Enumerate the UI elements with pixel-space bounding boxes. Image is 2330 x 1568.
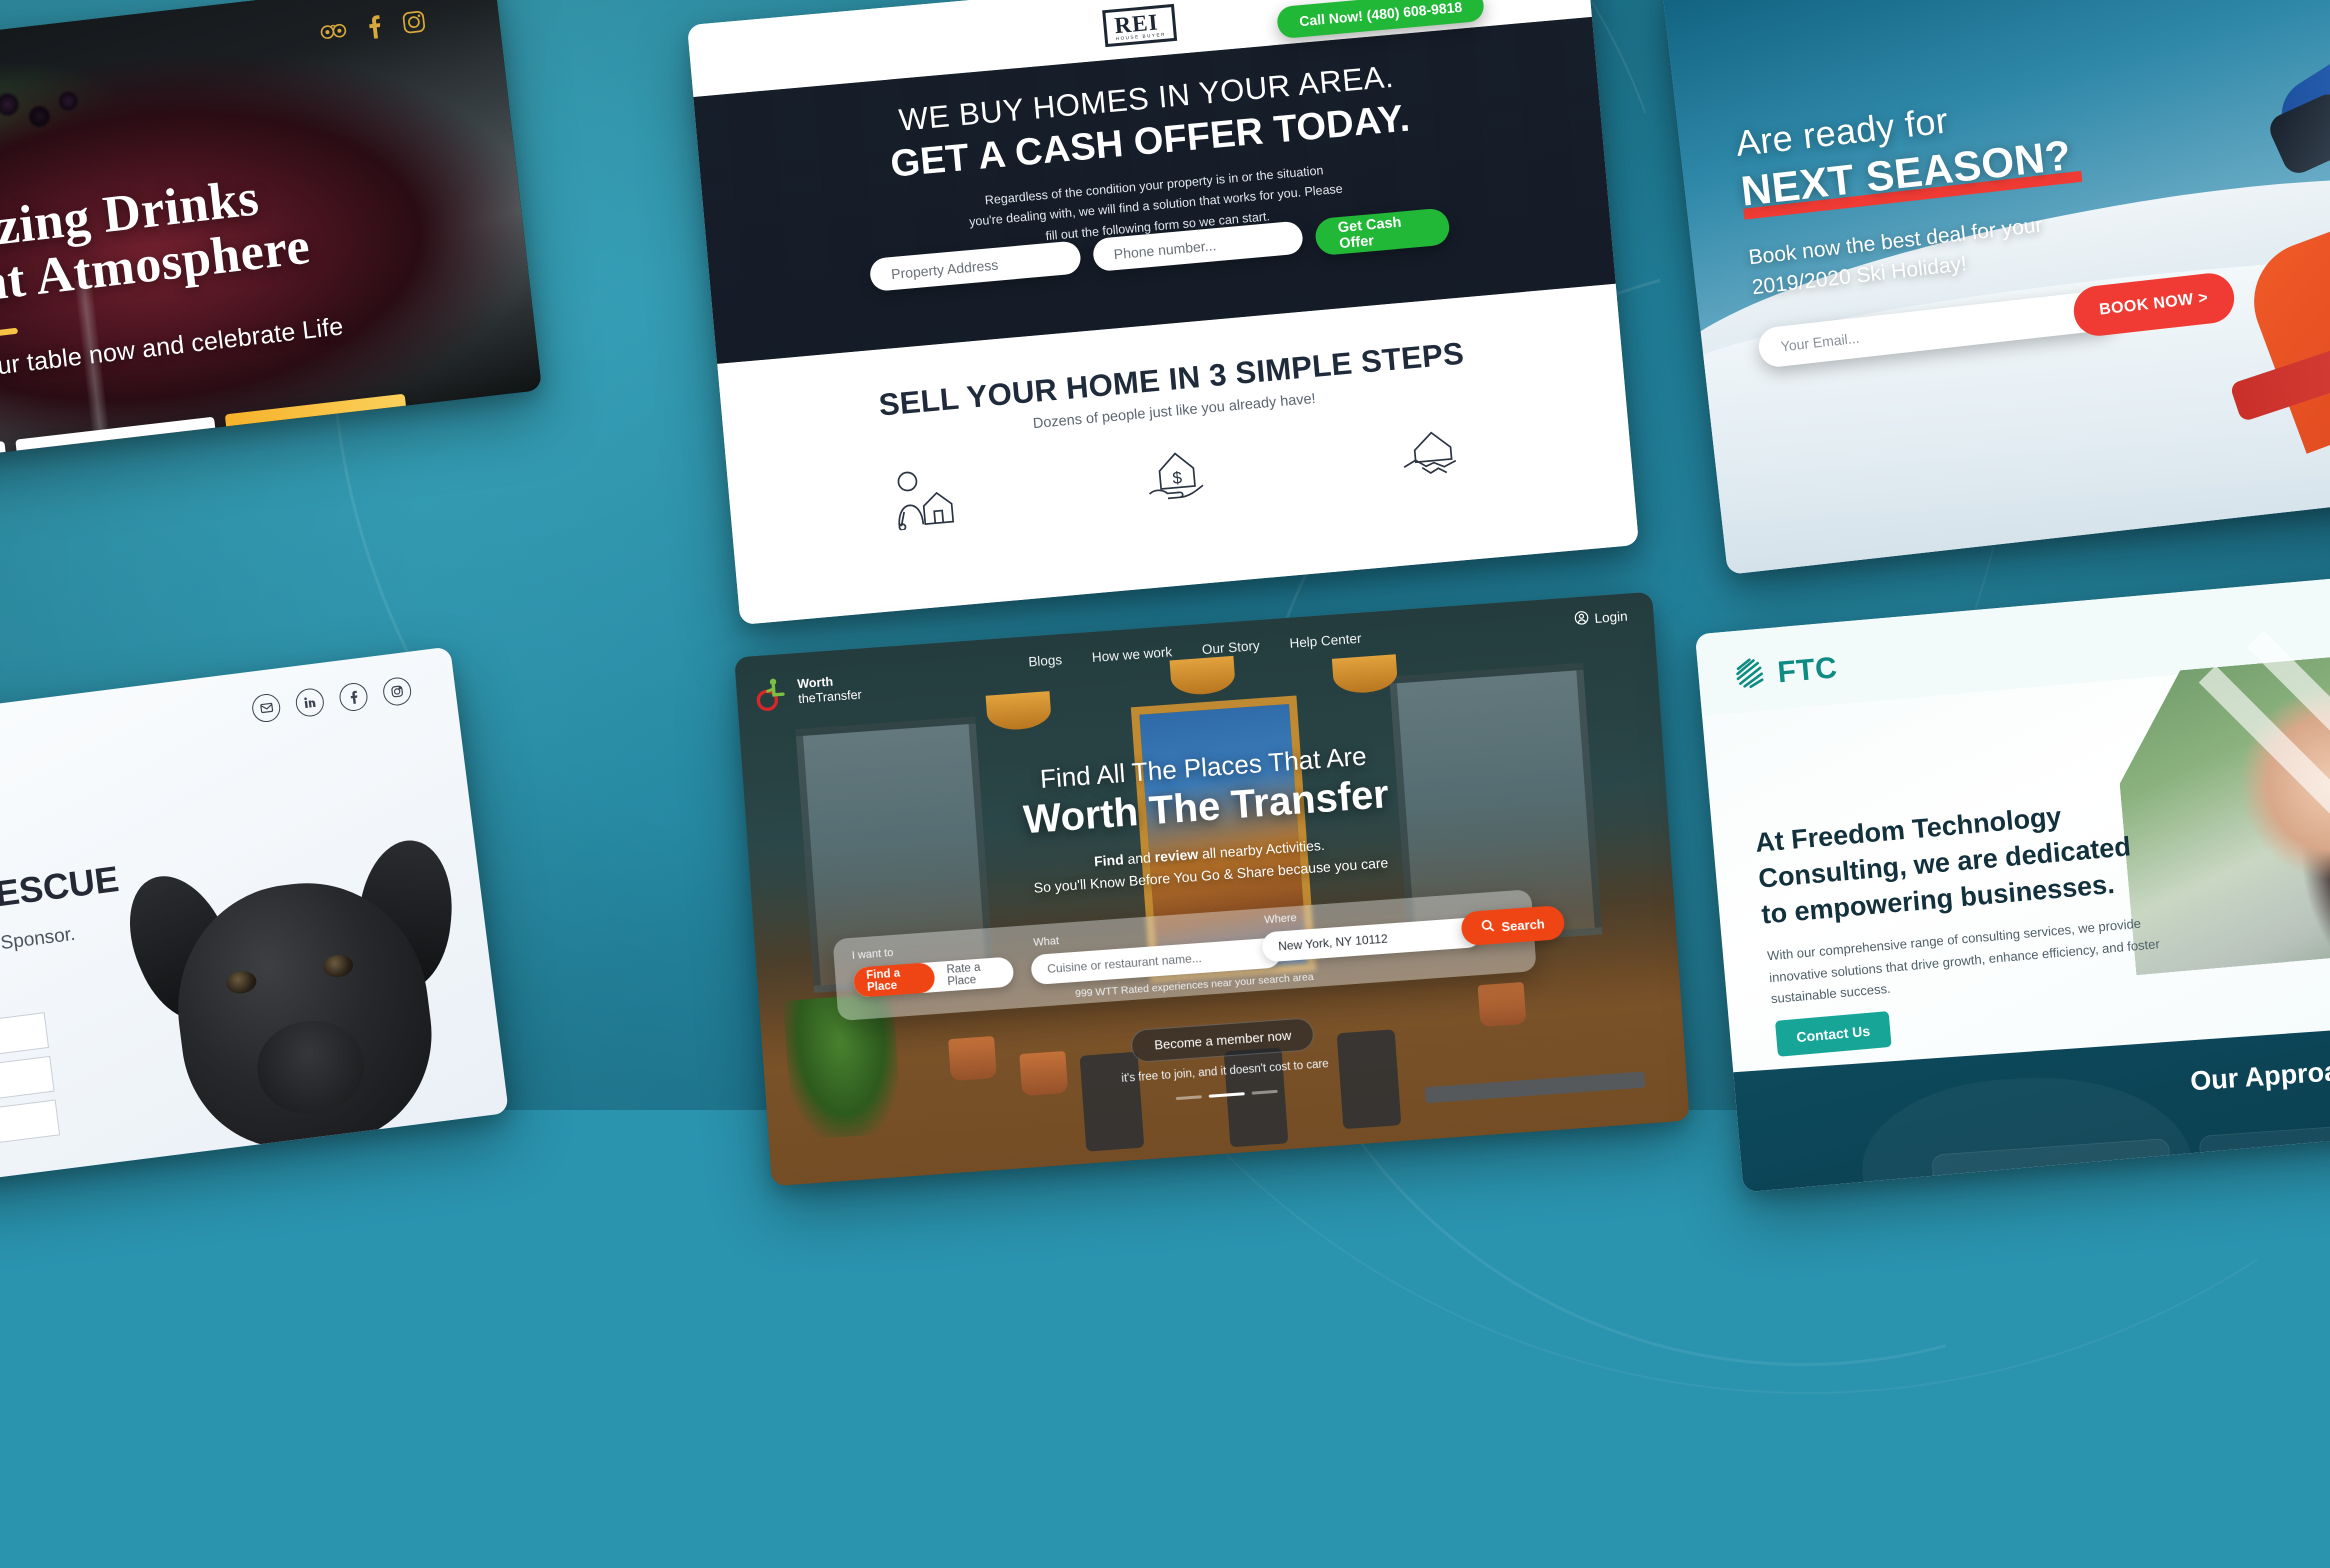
- rei-house-buyer-card[interactable]: REI HOUSE BUYER WE BUY HOMES IN YOUR ARE…: [687, 0, 1639, 625]
- find-a-place-toggle[interactable]: Find a Place: [852, 962, 936, 998]
- wtt-login-label: Login: [1594, 608, 1629, 626]
- rei-logo[interactable]: REI HOUSE BUYER: [1102, 3, 1178, 47]
- approach-decorative-blob: [1856, 1066, 2200, 1193]
- rescue-tagline: Home. Donate. Sponsor.: [0, 923, 77, 971]
- approach-card-2[interactable]: Tailored Solutions We recognize that eac…: [2198, 1119, 2330, 1193]
- ftc-logo-icon: [1731, 654, 1768, 696]
- wtt-sub-rest: all nearby Activities.: [1197, 836, 1326, 862]
- instagram-icon[interactable]: [402, 10, 427, 39]
- linkedin-icon[interactable]: [294, 686, 326, 719]
- flower-pot-2: [1019, 1050, 1069, 1097]
- wtt-search-label: Search: [1500, 915, 1546, 934]
- nav-blogs[interactable]: Blogs: [1028, 652, 1063, 669]
- label-what: What: [1032, 935, 1060, 949]
- approach-card-2-body: We recognize that each organization has …: [2220, 1164, 2330, 1192]
- person-with-house-icon: [884, 463, 964, 536]
- wtt-sub-and: and: [1123, 849, 1156, 868]
- ski-email-input[interactable]: Your Email...: [1758, 329, 1860, 356]
- chair-3: [1336, 1029, 1402, 1130]
- restaurant-website-card[interactable]: Amazing Drinks Great Atmosphere Book you…: [0, 0, 543, 464]
- handshake-house-icon: [1390, 417, 1476, 491]
- rescue-heading: ANCE RESCUE: [0, 858, 121, 932]
- rate-a-place-toggle[interactable]: Rate a Place: [933, 959, 1014, 989]
- rescue-input-3[interactable]: [0, 1099, 61, 1159]
- svg-text:$: $: [1172, 468, 1184, 488]
- label-where: Where: [1263, 912, 1298, 927]
- wheelchair-icon: [754, 676, 790, 712]
- wtt-logo-line2: theTransfer: [797, 687, 863, 707]
- approach-card-1-body: [1953, 1180, 2155, 1192]
- search-icon: [1481, 919, 1495, 936]
- restaurant-accent-rule: [0, 327, 19, 348]
- ftc-brand-text: FTC: [1776, 650, 1839, 689]
- wtt-sub-find: Find: [1093, 851, 1125, 870]
- ftc-contact-us-button[interactable]: Contact Us: [1774, 1011, 1892, 1057]
- dog-rescue-website-card[interactable]: RESCUE ANCE RESCUE Home. Donate. Sponsor…: [0, 646, 509, 1196]
- label-i-want-to: I want to: [851, 946, 894, 962]
- dog-photo: [109, 805, 487, 1194]
- flower-pot-1: [948, 1035, 997, 1082]
- flower-pot-3: [1477, 981, 1527, 1028]
- ski-holiday-card[interactable]: Are ready for NEXT SEASON? Book now the …: [1661, 0, 2330, 575]
- wtt-mode-toggle[interactable]: Find a Place Rate a Place: [852, 956, 1015, 998]
- wtt-logo-text: Worth theTransfer: [797, 673, 862, 707]
- user-icon: [1574, 610, 1589, 628]
- ftc-approach-heading: Our Approach: [2189, 1053, 2330, 1097]
- instagram-icon[interactable]: [381, 675, 413, 708]
- tripadvisor-icon[interactable]: [319, 21, 347, 47]
- facebook-icon[interactable]: [337, 681, 370, 713]
- rescue-social-links[interactable]: [250, 675, 413, 724]
- facebook-icon[interactable]: [367, 14, 383, 44]
- worth-the-transfer-card[interactable]: Worth theTransfer Blogs How we work Our …: [734, 591, 1690, 1187]
- mail-icon[interactable]: [250, 692, 282, 724]
- rescue-heading-bold: RESCUE: [0, 858, 122, 918]
- approach-card-2-title: Tailored Solutions: [2218, 1143, 2330, 1167]
- hand-holding-house-dollar-icon: $: [1137, 440, 1217, 513]
- wtt-sub-review: review: [1154, 845, 1199, 865]
- ftc-consulting-card[interactable]: FTC About Our Approach At Freedom Techno…: [1694, 571, 2330, 1193]
